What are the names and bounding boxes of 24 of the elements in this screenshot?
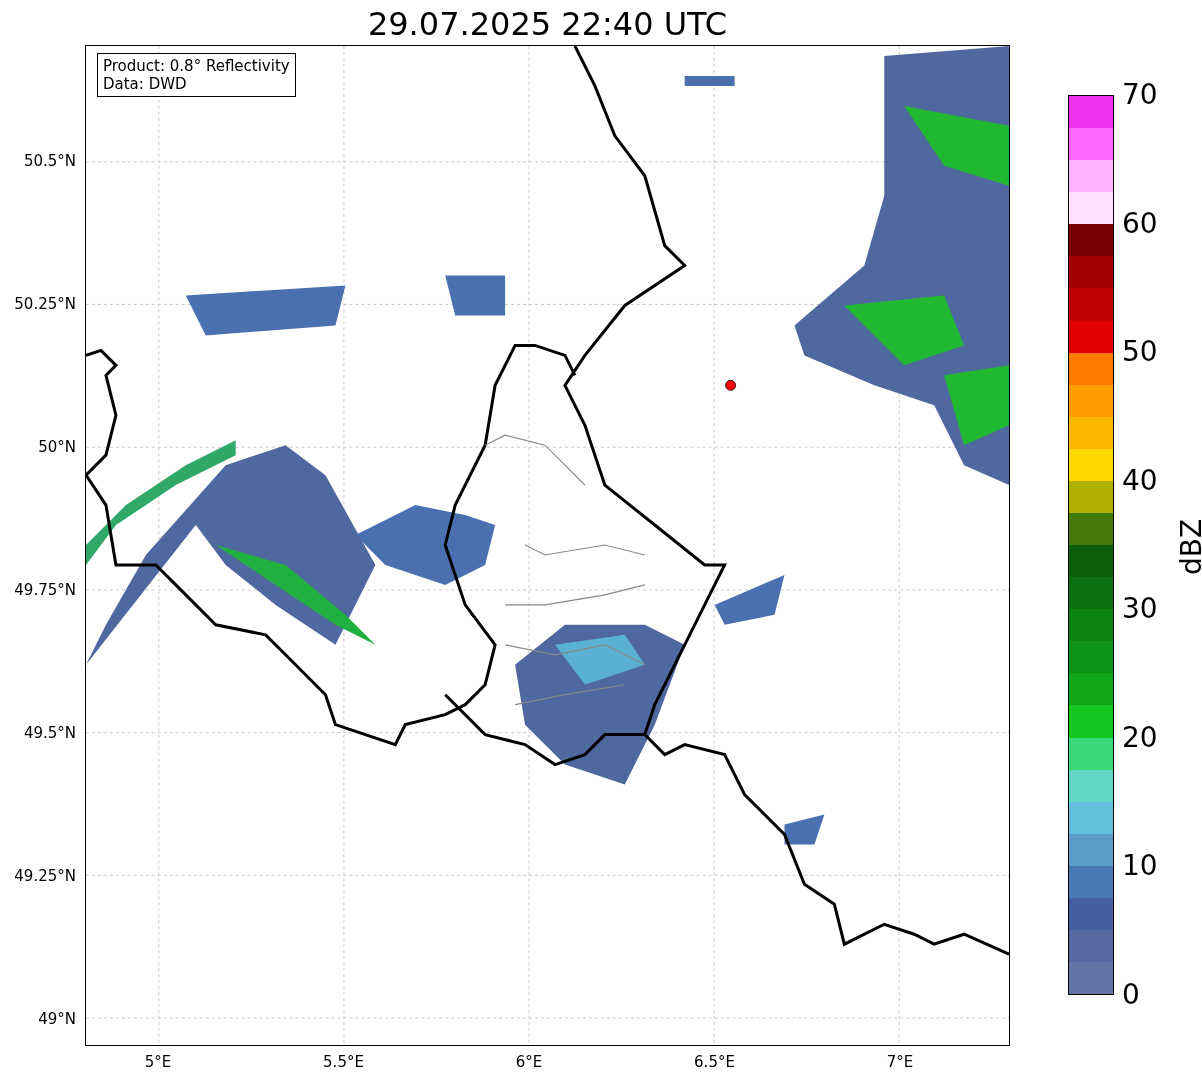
colorbar-tick-label: 50 <box>1122 336 1158 369</box>
colorbar-tick-label: 60 <box>1122 207 1158 240</box>
longitude-label: 5.5°E <box>322 1053 365 1071</box>
colorbar-tick-label: 0 <box>1122 979 1140 1011</box>
longitude-label: 6.5°E <box>693 1053 736 1071</box>
longitude-label: 6°E <box>514 1053 544 1071</box>
latitude-label: 49.75°N <box>14 581 76 599</box>
colorbar-tick-label: 70 <box>1122 79 1158 111</box>
legend-text: Data: DWD <box>103 75 188 93</box>
legend-text: Product: 0.8° Reflectivity <box>103 57 290 75</box>
longitude-label: 7°E <box>885 1053 915 1071</box>
longitude-label: 5°E <box>143 1053 173 1071</box>
colorbar-tick-label: 10 <box>1122 850 1158 883</box>
latitude-label: 50.25°N <box>14 295 76 313</box>
chart-title: 29.07.2025 22:40 UTC <box>366 4 729 44</box>
latitude-label: 50.5°N <box>23 152 76 170</box>
latitude-label: 49°N <box>38 1010 76 1028</box>
latitude-label: 49.25°N <box>14 867 76 885</box>
colorbar-tick-label: 20 <box>1122 721 1158 754</box>
colorbar-label: dBZ <box>1176 517 1202 578</box>
latitude-label: 50°N <box>38 438 76 456</box>
colorbar-tick-label: 40 <box>1122 464 1158 497</box>
latitude-label: 49.5°N <box>23 724 76 742</box>
colorbar-tick-label: 30 <box>1122 593 1158 626</box>
